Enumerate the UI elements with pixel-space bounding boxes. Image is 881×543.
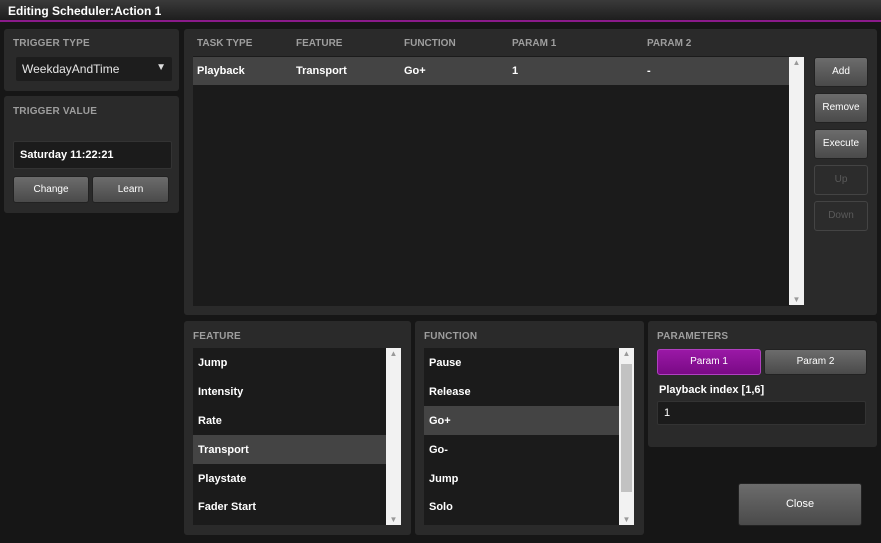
scroll-down-icon[interactable]: ▼: [619, 515, 634, 524]
playback-index-field[interactable]: 1: [657, 401, 866, 425]
close-button[interactable]: Close: [738, 483, 862, 526]
trigger-value-field[interactable]: Saturday 11:22:21: [13, 141, 172, 169]
list-item[interactable]: Rate: [193, 406, 386, 435]
list-item[interactable]: Go-: [424, 435, 619, 464]
list-item[interactable]: Intensity: [193, 377, 386, 406]
feature-header: FEATURE: [193, 331, 241, 342]
list-item[interactable]: Jump: [193, 348, 386, 377]
list-item[interactable]: Playstate: [193, 464, 386, 493]
param1-button[interactable]: Param 1: [657, 349, 761, 375]
tasks-scrollbar[interactable]: ▲ ▼: [789, 57, 804, 305]
cell-param2: -: [647, 65, 651, 77]
trigger-value-header: TRIGGER VALUE: [13, 106, 98, 117]
window-title: Editing Scheduler:Action 1: [8, 4, 162, 18]
chevron-down-icon: ▼: [156, 62, 166, 73]
scroll-thumb[interactable]: [621, 364, 632, 492]
list-item[interactable]: Jump: [424, 464, 619, 493]
column-feature: FEATURE: [296, 38, 343, 49]
function-scrollbar[interactable]: ▲ ▼: [619, 348, 634, 525]
parameters-header: PARAMETERS: [657, 331, 729, 342]
function-header: FUNCTION: [424, 331, 478, 342]
list-item-selected[interactable]: Transport: [193, 435, 386, 464]
list-item-selected[interactable]: Go+: [424, 406, 619, 435]
column-task-type: TASK TYPE: [197, 38, 253, 49]
trigger-type-panel: TRIGGER TYPE WeekdayAndTime ▼: [4, 29, 179, 91]
feature-list: Jump Intensity Rate Transport Playstate …: [193, 348, 386, 525]
trigger-type-header: TRIGGER TYPE: [13, 38, 90, 49]
change-button[interactable]: Change: [13, 176, 89, 203]
add-button[interactable]: Add: [814, 57, 868, 87]
scroll-up-icon[interactable]: ▲: [386, 349, 401, 358]
cell-feature: Transport: [296, 65, 347, 77]
list-item[interactable]: Release: [424, 377, 619, 406]
column-param2: PARAM 2: [647, 38, 692, 49]
title-bar: Editing Scheduler:Action 1: [0, 0, 881, 22]
tasks-table: [193, 56, 790, 306]
param2-button[interactable]: Param 2: [764, 349, 867, 375]
cell-param1: 1: [512, 65, 519, 77]
list-item[interactable]: Pause: [424, 348, 619, 377]
scroll-up-icon[interactable]: ▲: [619, 349, 634, 358]
column-function: FUNCTION: [404, 38, 456, 49]
feature-scrollbar[interactable]: ▲ ▼: [386, 348, 401, 525]
list-item[interactable]: Solo: [424, 492, 619, 521]
trigger-type-value: WeekdayAndTime: [22, 62, 120, 76]
table-row[interactable]: Playback Transport Go+ 1 -: [193, 57, 790, 85]
scroll-down-icon[interactable]: ▼: [789, 295, 804, 304]
list-item[interactable]: Fader Start: [193, 492, 386, 521]
playback-index-value: 1: [664, 407, 671, 419]
execute-button[interactable]: Execute: [814, 129, 868, 159]
scroll-up-icon[interactable]: ▲: [789, 58, 804, 67]
trigger-value-text: Saturday 11:22:21: [20, 149, 114, 161]
cell-task-type: Playback: [197, 65, 245, 77]
learn-button[interactable]: Learn: [92, 176, 169, 203]
playback-index-label: Playback index [1,6]: [659, 384, 765, 396]
trigger-type-select[interactable]: WeekdayAndTime ▼: [16, 57, 172, 81]
remove-button[interactable]: Remove: [814, 93, 868, 123]
trigger-value-panel: TRIGGER VALUE Saturday 11:22:21 Change L…: [4, 96, 179, 213]
column-param1: PARAM 1: [512, 38, 557, 49]
function-list: Pause Release Go+ Go- Jump Solo: [424, 348, 619, 525]
up-button[interactable]: Up: [814, 165, 868, 195]
cell-function: Go+: [404, 65, 426, 77]
parameters-panel: PARAMETERS Param 1 Param 2 Playback inde…: [648, 321, 877, 447]
scroll-down-icon[interactable]: ▼: [386, 515, 401, 524]
down-button[interactable]: Down: [814, 201, 868, 231]
